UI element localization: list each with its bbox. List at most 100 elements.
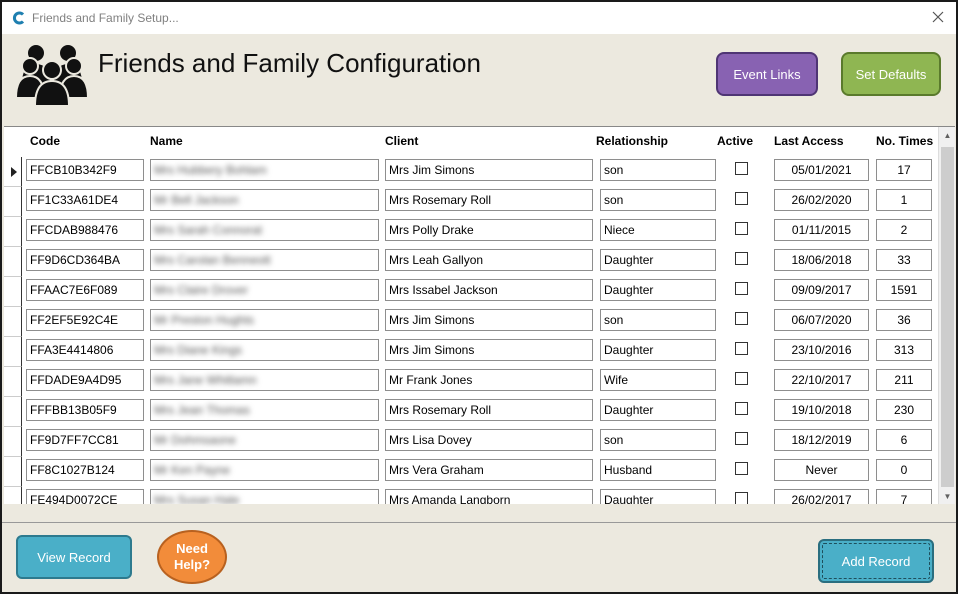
- set-defaults-button[interactable]: Set Defaults: [841, 52, 941, 96]
- cell-relationship[interactable]: Daughter: [600, 249, 716, 271]
- active-checkbox[interactable]: [735, 252, 748, 265]
- view-record-button[interactable]: View Record: [16, 535, 132, 579]
- cell-relationship[interactable]: son: [600, 159, 716, 181]
- cell-code[interactable]: FF8C1027B124: [26, 459, 144, 481]
- close-icon[interactable]: [928, 7, 948, 27]
- table-row[interactable]: FFAAC7E6F089 Mrs Claire Drover Mrs Issabel…: [4, 277, 938, 307]
- active-checkbox[interactable]: [735, 462, 748, 475]
- cell-relationship[interactable]: Niece: [600, 219, 716, 241]
- table-row[interactable]: FF1C33A61DE4 Mr Bell Jackson Mrs Rosemary …: [4, 187, 938, 217]
- row-selector[interactable]: [4, 157, 22, 187]
- active-checkbox[interactable]: [735, 162, 748, 175]
- cell-client[interactable]: Mrs Jim Simons: [385, 159, 593, 181]
- cell-last-access[interactable]: 26/02/2020: [774, 189, 869, 211]
- cell-no-times[interactable]: 313: [876, 339, 932, 361]
- column-header-active[interactable]: Active: [717, 134, 753, 148]
- column-header-relationship[interactable]: Relationship: [596, 134, 668, 148]
- active-checkbox[interactable]: [735, 282, 748, 295]
- cell-relationship[interactable]: son: [600, 429, 716, 451]
- cell-no-times[interactable]: 6: [876, 429, 932, 451]
- cell-code[interactable]: FFCB10B342F9: [26, 159, 144, 181]
- table-row[interactable]: FFCB10B342F9 Mrs Hubbery Bohlam Mrs Jim Si…: [4, 157, 938, 187]
- cell-name[interactable]: Mr Dohmsaone: [150, 429, 379, 451]
- cell-no-times[interactable]: 1: [876, 189, 932, 211]
- cell-name[interactable]: Mrs Sarah Connorat: [150, 219, 379, 241]
- cell-name[interactable]: Mrs Diane Kings: [150, 339, 379, 361]
- table-row[interactable]: FF9D6CD364BA Mrs Carolan Benneott Mrs Leah…: [4, 247, 938, 277]
- table-row[interactable]: FF9D7FF7CC81 Mr Dohmsaone Mrs Lisa Dovey so…: [4, 427, 938, 457]
- active-checkbox[interactable]: [735, 342, 748, 355]
- column-header-last-access[interactable]: Last Access: [774, 134, 844, 148]
- cell-relationship[interactable]: Daughter: [600, 489, 716, 504]
- cell-code[interactable]: FF1C33A61DE4: [26, 189, 144, 211]
- row-selector[interactable]: [4, 217, 22, 247]
- cell-last-access[interactable]: 23/10/2016: [774, 339, 869, 361]
- cell-relationship[interactable]: Daughter: [600, 279, 716, 301]
- cell-relationship[interactable]: Daughter: [600, 399, 716, 421]
- active-checkbox[interactable]: [735, 402, 748, 415]
- cell-name[interactable]: Mrs Hubbery Bohlam: [150, 159, 379, 181]
- cell-relationship[interactable]: Daughter: [600, 339, 716, 361]
- table-row[interactable]: FF2EF5E92C4E Mr Preston Hughts Mrs Jim Sim…: [4, 307, 938, 337]
- cell-name[interactable]: Mr Ken Payne: [150, 459, 379, 481]
- table-row[interactable]: FFA3E4414806 Mrs Diane Kings Mrs Jim Simon…: [4, 337, 938, 367]
- cell-relationship[interactable]: Husband: [600, 459, 716, 481]
- cell-last-access[interactable]: 18/06/2018: [774, 249, 869, 271]
- cell-name[interactable]: Mr Preston Hughts: [150, 309, 379, 331]
- cell-name[interactable]: Mrs Jane Whitlamn: [150, 369, 379, 391]
- row-selector[interactable]: [4, 427, 22, 457]
- cell-last-access[interactable]: 19/10/2018: [774, 399, 869, 421]
- table-row[interactable]: FFCDAB988476 Mrs Sarah Connorat Mrs Polly …: [4, 217, 938, 247]
- cell-client[interactable]: Mrs Jim Simons: [385, 309, 593, 331]
- row-selector[interactable]: [4, 337, 22, 367]
- cell-name[interactable]: Mrs Carolan Benneott: [150, 249, 379, 271]
- column-header-client[interactable]: Client: [385, 134, 418, 148]
- cell-last-access[interactable]: 22/10/2017: [774, 369, 869, 391]
- column-header-no-times[interactable]: No. Times: [876, 134, 933, 148]
- row-selector[interactable]: [4, 247, 22, 277]
- scroll-down-icon[interactable]: ▼: [939, 488, 955, 504]
- cell-relationship[interactable]: son: [600, 309, 716, 331]
- row-selector[interactable]: [4, 397, 22, 427]
- active-checkbox[interactable]: [735, 192, 748, 205]
- row-selector[interactable]: [4, 487, 22, 504]
- scroll-up-icon[interactable]: ▲: [939, 127, 955, 144]
- cell-last-access[interactable]: 18/12/2019: [774, 429, 869, 451]
- cell-code[interactable]: FFAAC7E6F089: [26, 279, 144, 301]
- need-help-button[interactable]: Need Help?: [157, 530, 227, 584]
- cell-no-times[interactable]: 33: [876, 249, 932, 271]
- row-selector[interactable]: [4, 187, 22, 217]
- cell-last-access[interactable]: Never: [774, 459, 869, 481]
- table-row[interactable]: FFFBB13B05F9 Mrs Jean Thomas Mrs Rosemary …: [4, 397, 938, 427]
- cell-client[interactable]: Mrs Rosemary Roll: [385, 399, 593, 421]
- cell-client[interactable]: Mrs Leah Gallyon: [385, 249, 593, 271]
- row-selector[interactable]: [4, 307, 22, 337]
- active-checkbox[interactable]: [735, 432, 748, 445]
- cell-last-access[interactable]: 05/01/2021: [774, 159, 869, 181]
- active-checkbox[interactable]: [735, 372, 748, 385]
- cell-name[interactable]: Mrs Susan Hale: [150, 489, 379, 504]
- cell-name[interactable]: Mr Bell Jackson: [150, 189, 379, 211]
- cell-last-access[interactable]: 01/11/2015: [774, 219, 869, 241]
- column-header-code[interactable]: Code: [30, 134, 60, 148]
- row-selector[interactable]: [4, 457, 22, 487]
- cell-code[interactable]: FFFBB13B05F9: [26, 399, 144, 421]
- cell-last-access[interactable]: 06/07/2020: [774, 309, 869, 331]
- table-row[interactable]: FFDADE9A4D95 Mrs Jane Whitlamn Mr Frank Jo…: [4, 367, 938, 397]
- cell-code[interactable]: FFDADE9A4D95: [26, 369, 144, 391]
- cell-name[interactable]: Mrs Claire Drover: [150, 279, 379, 301]
- cell-code[interactable]: FF2EF5E92C4E: [26, 309, 144, 331]
- cell-client[interactable]: Mrs Lisa Dovey: [385, 429, 593, 451]
- cell-no-times[interactable]: 2: [876, 219, 932, 241]
- cell-name[interactable]: Mrs Jean Thomas: [150, 399, 379, 421]
- cell-code[interactable]: FF9D7FF7CC81: [26, 429, 144, 451]
- cell-no-times[interactable]: 230: [876, 399, 932, 421]
- cell-client[interactable]: Mrs Issabel Jackson: [385, 279, 593, 301]
- cell-no-times[interactable]: 36: [876, 309, 932, 331]
- cell-client[interactable]: Mrs Jim Simons: [385, 339, 593, 361]
- cell-client[interactable]: Mrs Amanda Langborn: [385, 489, 593, 504]
- active-checkbox[interactable]: [735, 492, 748, 504]
- row-selector[interactable]: [4, 367, 22, 397]
- cell-relationship[interactable]: Wife: [600, 369, 716, 391]
- row-selector[interactable]: [4, 277, 22, 307]
